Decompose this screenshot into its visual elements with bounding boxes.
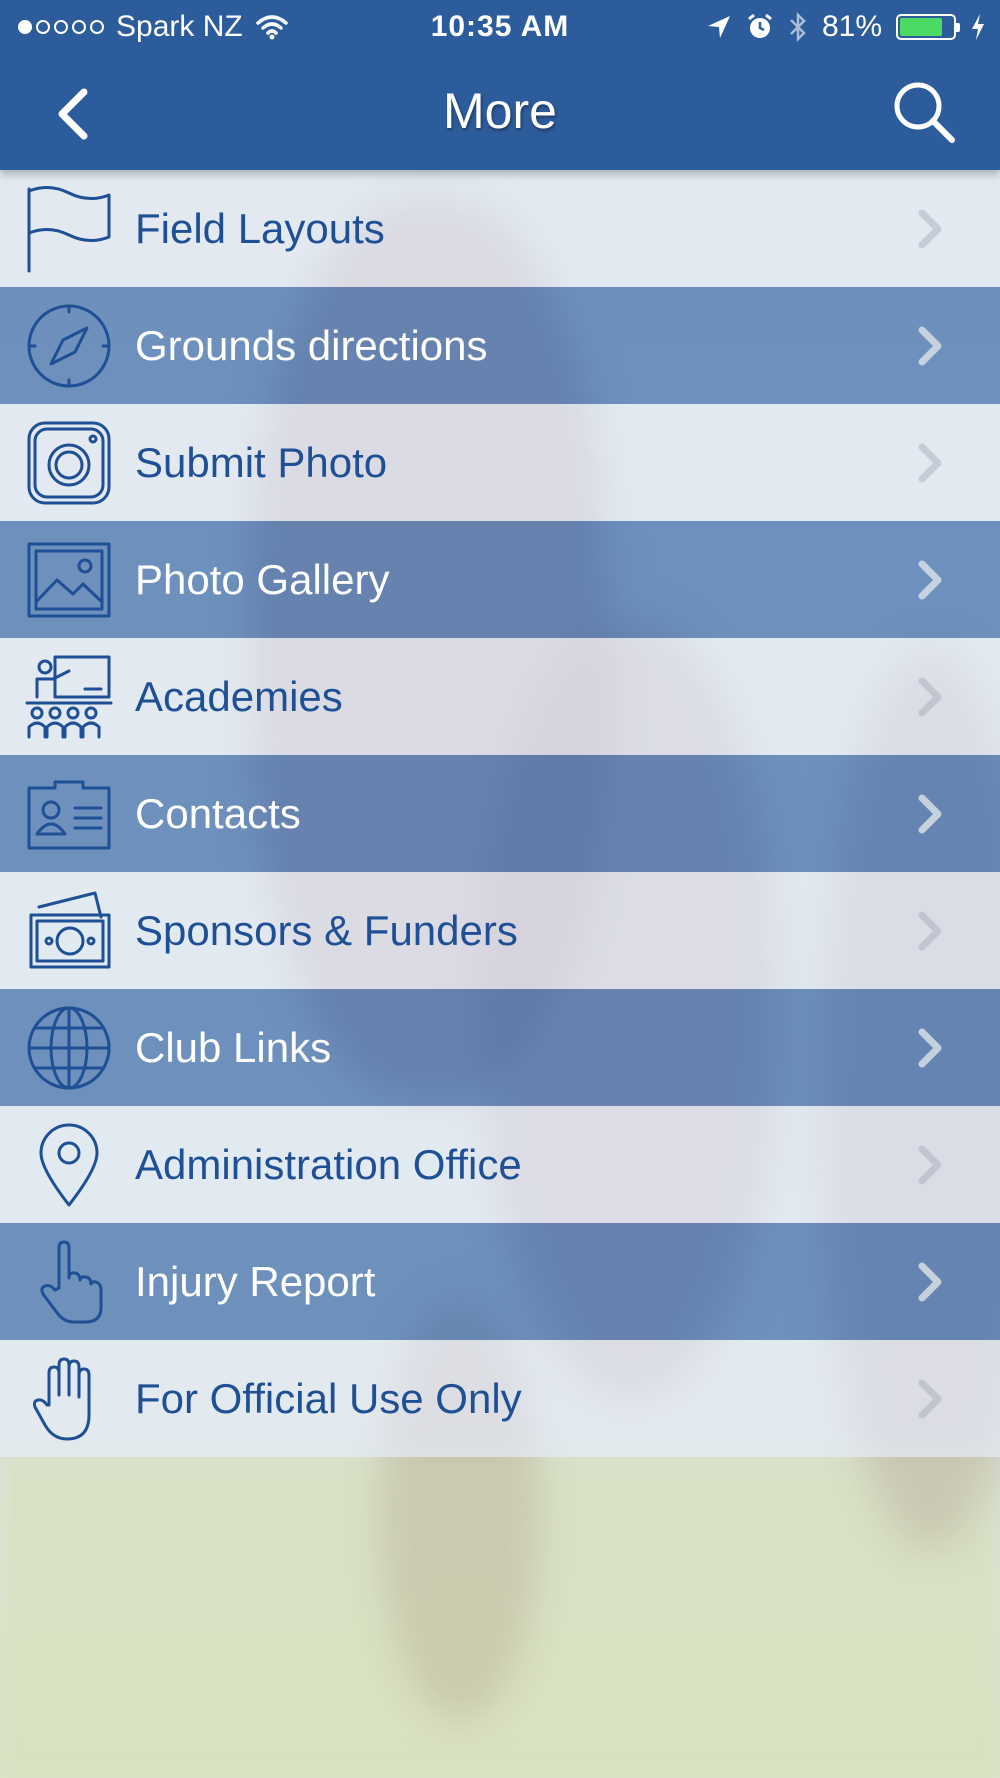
raised-hand-icon	[24, 1354, 114, 1444]
menu-item-academies[interactable]: Academies	[0, 638, 1000, 755]
camera-icon	[24, 418, 114, 508]
chevron-right-icon	[918, 1028, 942, 1067]
menu-list: Field Layouts Grounds directions Submit …	[0, 170, 1000, 1457]
location-arrow-icon	[707, 16, 730, 38]
menu-item-injury-report[interactable]: Injury Report	[0, 1223, 1000, 1340]
menu-item-photo-gallery[interactable]: Photo Gallery	[0, 521, 1000, 638]
navigation-bar: More	[0, 56, 1000, 170]
menu-item-label: Academies	[135, 672, 343, 720]
menu-item-label: Club Links	[135, 1023, 332, 1071]
menu-item-label: Field Layouts	[135, 204, 385, 252]
chevron-right-icon	[918, 1262, 942, 1301]
page-title: More	[443, 83, 557, 139]
chevron-right-icon	[918, 677, 942, 716]
menu-item-label: For Official Use Only	[135, 1374, 522, 1422]
globe-icon	[24, 1003, 114, 1093]
compass-icon	[24, 301, 114, 391]
menu-item-sponsors-funders[interactable]: Sponsors & Funders	[0, 872, 1000, 989]
menu-item-label: Contacts	[135, 789, 301, 837]
menu-item-label: Sponsors & Funders	[135, 906, 518, 954]
chevron-right-icon	[918, 326, 942, 365]
pointing-hand-icon	[24, 1237, 114, 1327]
location-pin-icon	[24, 1120, 114, 1210]
chevron-right-icon	[918, 443, 942, 482]
menu-item-label: Injury Report	[135, 1257, 376, 1305]
picture-icon	[24, 535, 114, 625]
menu-item-submit-photo[interactable]: Submit Photo	[0, 404, 1000, 521]
contact-card-icon	[24, 769, 114, 859]
chevron-right-icon	[918, 209, 942, 248]
chevron-right-icon	[918, 1379, 942, 1418]
menu-item-field-layouts[interactable]: Field Layouts	[0, 170, 1000, 287]
menu-item-club-links[interactable]: Club Links	[0, 989, 1000, 1106]
battery-icon	[896, 14, 960, 40]
chevron-right-icon	[918, 1145, 942, 1184]
menu-item-official-use-only[interactable]: For Official Use Only	[0, 1340, 1000, 1457]
menu-item-label: Submit Photo	[135, 438, 388, 486]
chevron-right-icon	[918, 560, 942, 599]
header: Spark NZ 10:35 AM 81% More	[0, 0, 1000, 170]
menu-item-label: Photo Gallery	[135, 555, 390, 603]
bluetooth-icon	[790, 11, 806, 43]
chevron-right-icon	[918, 911, 942, 950]
flag-icon	[24, 184, 114, 274]
search-button[interactable]	[888, 76, 960, 148]
money-icon	[24, 886, 114, 976]
menu-item-label: Grounds directions	[135, 321, 488, 369]
battery-percentage: 81%	[821, 10, 882, 43]
menu-item-label: Administration Office	[135, 1140, 522, 1188]
menu-item-grounds-directions[interactable]: Grounds directions	[0, 287, 1000, 404]
alarm-icon	[748, 13, 772, 38]
classroom-icon	[24, 652, 114, 742]
chevron-right-icon	[918, 794, 942, 833]
menu-item-administration-office[interactable]: Administration Office	[0, 1106, 1000, 1223]
charging-bolt-icon	[972, 14, 984, 40]
menu-item-contacts[interactable]: Contacts	[0, 755, 1000, 872]
status-bar: Spark NZ 10:35 AM 81%	[0, 0, 1000, 56]
